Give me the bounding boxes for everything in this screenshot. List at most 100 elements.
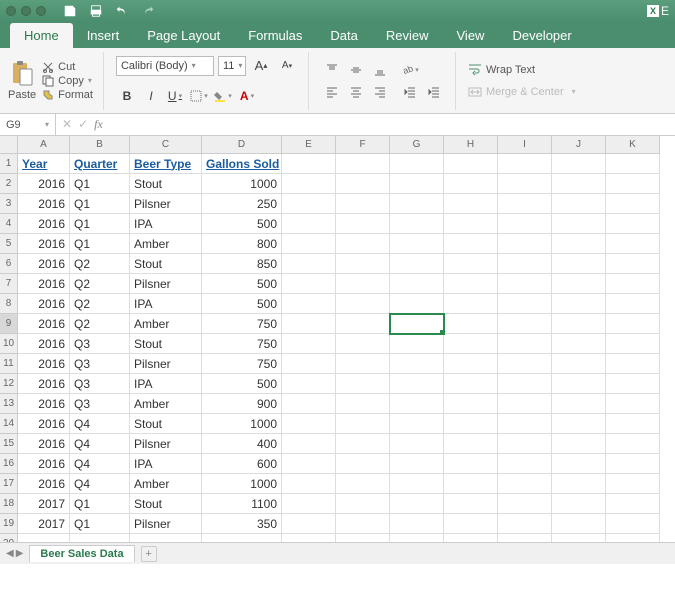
cell-G6[interactable] xyxy=(390,254,444,274)
cell-J11[interactable] xyxy=(552,354,606,374)
cell-D10[interactable]: 750 xyxy=(202,334,282,354)
cell-I16[interactable] xyxy=(498,454,552,474)
row-header-8[interactable]: 8 xyxy=(0,294,18,314)
row-header-1[interactable]: 1 xyxy=(0,154,18,174)
cell-B13[interactable]: Q3 xyxy=(70,394,130,414)
cell-G10[interactable] xyxy=(390,334,444,354)
cell-H19[interactable] xyxy=(444,514,498,534)
cell-I2[interactable] xyxy=(498,174,552,194)
col-header-E[interactable]: E xyxy=(282,136,336,154)
align-left-icon[interactable] xyxy=(321,82,343,102)
orientation-button[interactable]: ab xyxy=(399,60,421,80)
row-header-18[interactable]: 18 xyxy=(0,494,18,514)
cell-F14[interactable] xyxy=(336,414,390,434)
cell-E1[interactable] xyxy=(282,154,336,174)
col-header-F[interactable]: F xyxy=(336,136,390,154)
cell-E3[interactable] xyxy=(282,194,336,214)
cell-J12[interactable] xyxy=(552,374,606,394)
cell-K19[interactable] xyxy=(606,514,660,534)
sheet-nav[interactable]: ◀▶ xyxy=(6,548,23,559)
cell-J6[interactable] xyxy=(552,254,606,274)
redo-icon[interactable] xyxy=(140,3,156,19)
cell-E18[interactable] xyxy=(282,494,336,514)
cell-B10[interactable]: Q3 xyxy=(70,334,130,354)
decrease-indent-icon[interactable] xyxy=(399,82,421,102)
cell-A2[interactable]: 2016 xyxy=(18,174,70,194)
cell-G18[interactable] xyxy=(390,494,444,514)
zoom-button[interactable] xyxy=(36,6,46,16)
border-button[interactable] xyxy=(188,86,210,106)
cell-C12[interactable]: IPA xyxy=(130,374,202,394)
cell-G1[interactable] xyxy=(390,154,444,174)
cell-F2[interactable] xyxy=(336,174,390,194)
accept-formula-icon[interactable]: ✓ xyxy=(78,117,88,132)
cell-K4[interactable] xyxy=(606,214,660,234)
cell-G19[interactable] xyxy=(390,514,444,534)
cell-H11[interactable] xyxy=(444,354,498,374)
cell-C11[interactable]: Pilsner xyxy=(130,354,202,374)
cell-I10[interactable] xyxy=(498,334,552,354)
row-header-6[interactable]: 6 xyxy=(0,254,18,274)
cell-C18[interactable]: Stout xyxy=(130,494,202,514)
align-center-icon[interactable] xyxy=(345,82,367,102)
cell-A9[interactable]: 2016 xyxy=(18,314,70,334)
cell-E9[interactable] xyxy=(282,314,336,334)
cell-G4[interactable] xyxy=(390,214,444,234)
row-header-19[interactable]: 19 xyxy=(0,514,18,534)
cell-C14[interactable]: Stout xyxy=(130,414,202,434)
cell-F6[interactable] xyxy=(336,254,390,274)
cell-A16[interactable]: 2016 xyxy=(18,454,70,474)
cell-C6[interactable]: Stout xyxy=(130,254,202,274)
row-header-16[interactable]: 16 xyxy=(0,454,18,474)
cell-I7[interactable] xyxy=(498,274,552,294)
cell-H8[interactable] xyxy=(444,294,498,314)
cell-J15[interactable] xyxy=(552,434,606,454)
row-header-11[interactable]: 11 xyxy=(0,354,18,374)
cell-F17[interactable] xyxy=(336,474,390,494)
cell-B8[interactable]: Q2 xyxy=(70,294,130,314)
cell-I9[interactable] xyxy=(498,314,552,334)
cell-A8[interactable]: 2016 xyxy=(18,294,70,314)
underline-button[interactable]: U xyxy=(164,86,186,106)
col-header-J[interactable]: J xyxy=(552,136,606,154)
cell-D15[interactable]: 400 xyxy=(202,434,282,454)
cell-G8[interactable] xyxy=(390,294,444,314)
cell-G14[interactable] xyxy=(390,414,444,434)
paste-button[interactable]: Paste xyxy=(8,61,36,101)
cell-A17[interactable]: 2016 xyxy=(18,474,70,494)
cell-C7[interactable]: Pilsner xyxy=(130,274,202,294)
tab-formulas[interactable]: Formulas xyxy=(234,23,316,48)
row-header-5[interactable]: 5 xyxy=(0,234,18,254)
cell-A6[interactable]: 2016 xyxy=(18,254,70,274)
cell-K6[interactable] xyxy=(606,254,660,274)
cell-F3[interactable] xyxy=(336,194,390,214)
col-header-H[interactable]: H xyxy=(444,136,498,154)
cell-H14[interactable] xyxy=(444,414,498,434)
close-button[interactable] xyxy=(6,6,16,16)
row-header-17[interactable]: 17 xyxy=(0,474,18,494)
cell-G13[interactable] xyxy=(390,394,444,414)
cell-E4[interactable] xyxy=(282,214,336,234)
col-header-C[interactable]: C xyxy=(130,136,202,154)
cell-J9[interactable] xyxy=(552,314,606,334)
cell-J10[interactable] xyxy=(552,334,606,354)
tab-data[interactable]: Data xyxy=(316,23,371,48)
cell-B16[interactable]: Q4 xyxy=(70,454,130,474)
cell-D14[interactable]: 1000 xyxy=(202,414,282,434)
cell-E10[interactable] xyxy=(282,334,336,354)
cell-D8[interactable]: 500 xyxy=(202,294,282,314)
cell-G15[interactable] xyxy=(390,434,444,454)
row-header-12[interactable]: 12 xyxy=(0,374,18,394)
cell-A4[interactable]: 2016 xyxy=(18,214,70,234)
cell-H16[interactable] xyxy=(444,454,498,474)
cell-H1[interactable] xyxy=(444,154,498,174)
cell-I5[interactable] xyxy=(498,234,552,254)
cell-D6[interactable]: 850 xyxy=(202,254,282,274)
cell-H10[interactable] xyxy=(444,334,498,354)
fill-color-button[interactable] xyxy=(212,86,234,106)
spreadsheet-grid[interactable]: ABCDEFGHIJK1YearQuarterBeer TypeGallons … xyxy=(0,136,675,564)
cell-G3[interactable] xyxy=(390,194,444,214)
increase-font-icon[interactable]: A▴ xyxy=(250,56,272,76)
cell-E7[interactable] xyxy=(282,274,336,294)
minimize-button[interactable] xyxy=(21,6,31,16)
